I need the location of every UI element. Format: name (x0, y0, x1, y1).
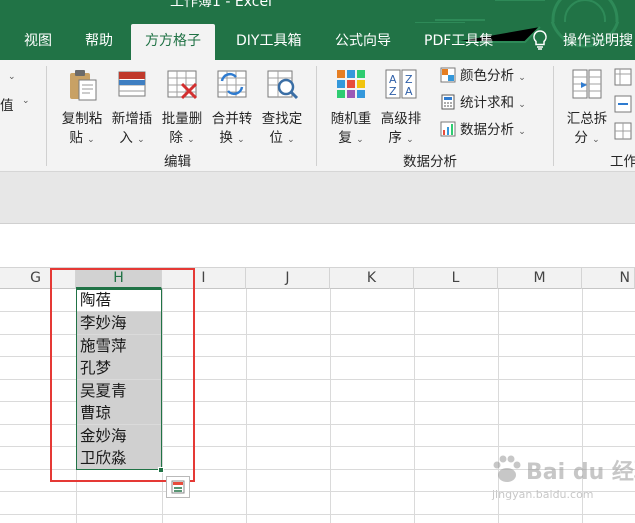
insert-new-label: 新增插 (111, 111, 153, 127)
svg-text:A: A (405, 85, 413, 98)
column-header-j[interactable]: J (246, 268, 330, 289)
name-box-area (0, 224, 635, 268)
advanced-sort-button[interactable]: A Z Z A 高级排 序 ⌄ (376, 66, 426, 150)
analysis-group-label: 数据分析 (403, 154, 457, 170)
color-analysis-label: 颜色分析 (460, 68, 514, 84)
tab-pdf-tools[interactable]: PDF工具集 (424, 30, 493, 60)
circuit-decoration-icon (435, 0, 619, 22)
formula-bar-area (0, 172, 635, 224)
chevron-down-icon: ⌄ (406, 135, 414, 145)
color-analysis-item[interactable]: 颜色分析 ⌄ (440, 65, 526, 87)
chevron-down-icon: ⌄ (187, 135, 195, 145)
paw-logo-icon (493, 455, 521, 482)
tab-fangfang[interactable]: 方方格子 (131, 24, 215, 60)
color-grid-icon (440, 67, 456, 83)
batch-delete-label-2: 除 (169, 130, 183, 146)
find-locate-label: 查找定 (261, 111, 303, 127)
sort-az-icon: A Z Z A (385, 69, 417, 99)
sheet-small-icon[interactable] (614, 68, 632, 86)
batch-delete-label: 批量删 (161, 111, 203, 127)
chevron-down-icon[interactable]: ⌄ (8, 72, 16, 82)
ribbon-tab-bar: 视图 帮助 方方格子 DIY工具箱 公式向导 PDF工具集 操作说明搜 (0, 22, 635, 60)
baidu-watermark: Bai du 经验 jingyan.baidu.com (488, 452, 635, 512)
merge-convert-button[interactable]: 合并转 换 ⌄ (207, 66, 257, 150)
batch-delete-button[interactable]: 批量删 除 ⌄ (157, 66, 207, 150)
watermark-text: Bai du 经验 (526, 460, 635, 485)
sheet-grid-icon[interactable] (614, 122, 632, 140)
merge-convert-icon (217, 70, 247, 98)
summary-split-label: 汇总拆 (566, 111, 608, 127)
magnifier-icon (267, 70, 299, 100)
group-separator (316, 66, 317, 166)
grid-vline (246, 289, 247, 523)
grid-vline (330, 289, 331, 523)
grid-vline (414, 289, 415, 523)
window-title: 工作簿1 - Excel (170, 0, 272, 10)
highlight-box (50, 268, 195, 482)
copy-paste-label: 复制粘 (61, 111, 103, 127)
quick-analysis-icon (171, 480, 185, 494)
watermark-url: jingyan.baidu.com (492, 488, 594, 501)
stat-sum-item[interactable]: 统计求和 ⌄ (440, 92, 526, 114)
title-bar: 工作簿1 - Excel (0, 0, 635, 22)
lightbulb-icon (533, 30, 547, 50)
svg-text:Z: Z (389, 85, 397, 98)
grid-hline (0, 514, 635, 515)
advanced-sort-label-2: 序 (388, 130, 402, 146)
tab-diy-toolbox[interactable]: DIY工具箱 (236, 30, 301, 60)
advanced-sort-label: 高级排 (380, 111, 422, 127)
split-sheets-icon (572, 69, 602, 99)
copy-paste-label-2: 贴 (69, 130, 83, 146)
random-repeat-label: 随机重 (330, 111, 372, 127)
tab-help[interactable]: 帮助 (85, 30, 113, 60)
copy-paste-button[interactable]: 复制粘 贴 ⌄ (57, 66, 107, 150)
calculator-icon (441, 94, 455, 110)
sheet-link-icon[interactable] (614, 95, 632, 113)
insert-row-icon (118, 71, 146, 97)
chevron-down-icon: ⌄ (356, 135, 364, 145)
chevron-down-icon: ⌄ (87, 135, 95, 145)
column-header-k[interactable]: K (330, 268, 414, 289)
chart-table-icon (440, 121, 456, 137)
insert-new-button[interactable]: 新增插 入 ⌄ (107, 66, 157, 150)
column-header-n[interactable]: N (582, 268, 635, 289)
partial-value-label[interactable]: 值 (0, 94, 14, 114)
chevron-down-icon[interactable]: ⌄ (22, 96, 30, 106)
find-locate-label-2: 位 (269, 130, 283, 146)
stat-sum-label: 统计求和 (460, 95, 514, 111)
tab-view[interactable]: 视图 (24, 30, 52, 60)
column-header-l[interactable]: L (414, 268, 498, 289)
group-separator (553, 66, 554, 166)
chevron-down-icon: ⌄ (287, 135, 295, 145)
column-header-m[interactable]: M (498, 268, 582, 289)
find-locate-button[interactable]: 查找定 位 ⌄ (257, 66, 307, 150)
group-separator (46, 66, 47, 166)
clipboard-icon (70, 70, 97, 101)
chevron-down-icon: ⌄ (518, 127, 526, 137)
summary-split-label-2: 分 (574, 130, 588, 146)
data-analysis-label: 数据分析 (460, 122, 514, 138)
work-group-label: 工作 (610, 154, 635, 170)
delete-grid-icon (167, 70, 198, 100)
chevron-down-icon: ⌄ (592, 135, 600, 145)
tell-me-search[interactable]: 操作说明搜 (563, 30, 633, 60)
insert-new-label-2: 入 (119, 130, 133, 146)
ribbon: ⌄ 值 ⌄ 复制粘 贴 ⌄ 新增插 入 ⌄ 批量删 除 ⌄ 合并转 换 ⌄ 查找… (0, 60, 635, 172)
random-blocks-icon (337, 70, 365, 98)
data-analysis-item[interactable]: 数据分析 ⌄ (440, 119, 526, 141)
chevron-down-icon: ⌄ (237, 135, 245, 145)
edit-group-label: 编辑 (164, 154, 191, 170)
quick-analysis-button[interactable] (166, 476, 190, 498)
chevron-down-icon: ⌄ (137, 135, 145, 145)
random-repeat-button[interactable]: 随机重 复 ⌄ (326, 66, 376, 150)
merge-convert-label: 合并转 (211, 111, 253, 127)
chevron-down-icon: ⌄ (518, 73, 526, 83)
merge-convert-label-2: 换 (219, 130, 233, 146)
summary-split-button[interactable]: 汇总拆 分 ⌄ (562, 66, 612, 150)
chevron-down-icon: ⌄ (518, 100, 526, 110)
random-repeat-label-2: 复 (338, 130, 352, 146)
tab-formula-wizard[interactable]: 公式向导 (335, 30, 391, 60)
